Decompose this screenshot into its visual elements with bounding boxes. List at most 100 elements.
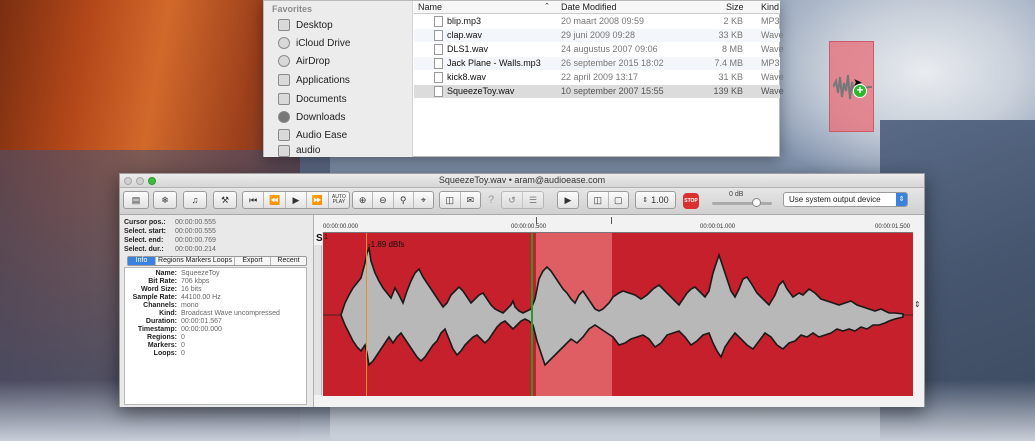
file-size: 31 KB xyxy=(718,72,743,82)
sidebar-item-label: audio xyxy=(296,145,321,156)
sidebar-item-audio-ease[interactable]: Audio Ease xyxy=(278,126,347,144)
column-date[interactable]: Date Modified xyxy=(561,2,617,12)
info-panel: Cursor pos.: 00:00:00.555 Select. start: 0… xyxy=(120,215,313,407)
sidebar-item-label: Desktop xyxy=(296,19,333,31)
loop-button[interactable]: ↺ xyxy=(502,192,523,208)
file-name: Jack Plane - Walls.mp3 xyxy=(447,58,541,68)
row-label: Select. end: xyxy=(124,237,164,244)
gain-label: 0 dB xyxy=(729,191,744,198)
file-name: DLS1.wav xyxy=(447,44,489,54)
gain-slider[interactable] xyxy=(712,202,772,205)
zoom-fit-button[interactable]: ⌖ xyxy=(414,192,433,208)
folder-icon xyxy=(278,129,290,141)
file-row[interactable]: Jack Plane - Walls.mp3 26 september 2015… xyxy=(414,57,780,70)
split-view-button[interactable]: ◫ xyxy=(588,192,609,208)
file-icon xyxy=(434,30,443,41)
row-value[interactable]: 00:00:00.769 xyxy=(175,237,216,244)
tab-regions-markers-loops[interactable]: Regions Markers Loops xyxy=(156,257,235,265)
info-row-channels: Channels: mono xyxy=(125,302,308,310)
sidebar-item-desktop[interactable]: Desktop xyxy=(278,16,333,34)
tab-export[interactable]: Export xyxy=(235,257,271,265)
waveform-svg xyxy=(323,244,913,367)
documents-icon xyxy=(278,93,290,105)
row-value[interactable]: 00:00:00.214 xyxy=(175,246,216,253)
row-value[interactable]: 00:00:00.555 xyxy=(175,228,216,235)
help-icon[interactable]: ? xyxy=(488,194,494,206)
info-label: Regions: xyxy=(147,334,177,341)
info-label: Loops: xyxy=(153,350,177,357)
info-label: Kind: xyxy=(159,310,177,317)
mail-button[interactable]: ✉ xyxy=(461,192,481,208)
column-size[interactable]: Size xyxy=(726,2,744,12)
tool-button[interactable]: ⚒ xyxy=(213,191,237,209)
list-button[interactable]: ☰ xyxy=(523,192,543,208)
applications-icon xyxy=(278,74,290,86)
toggle-panel-button[interactable]: ▤ xyxy=(123,191,149,209)
info-row-kind: Kind: Broadcast Wave uncompressed xyxy=(125,310,308,318)
output-device-select[interactable]: Use system output device ⇕ xyxy=(783,192,908,207)
tab-recent[interactable]: Recent xyxy=(271,257,306,265)
info-label: Bit Rate: xyxy=(148,278,177,285)
info-label: Sample Rate: xyxy=(132,294,177,301)
auto-play-button[interactable]: AUTO PLAY xyxy=(329,192,349,208)
time-ruler[interactable]: 00:00:00.000 00:00:00.500 00:00:01.000 0… xyxy=(323,224,913,233)
file-name: blip.mp3 xyxy=(447,16,482,26)
zoom-out-button[interactable]: ⊖ xyxy=(373,192,394,208)
file-row[interactable]: kick8.wav 22 april 2009 13:17 31 KB Wave xyxy=(414,71,784,84)
file-row[interactable]: clap.wav 29 juni 2009 09:28 33 KB Wave xyxy=(414,29,784,42)
file-row[interactable]: DLS1.wav 24 augustus 2007 09:06 8 MB Wav… xyxy=(414,43,784,56)
gain-slider-knob[interactable] xyxy=(752,198,761,207)
sidebar-item-downloads[interactable]: Downloads xyxy=(278,108,345,126)
info-value: 16 bits xyxy=(181,286,202,293)
sidebar-item-airdrop[interactable]: AirDrop xyxy=(278,52,330,70)
window-title: SqueezeToy.wav • aram@audioease.com xyxy=(438,175,606,185)
vertical-zoom-icon[interactable]: ⇕ xyxy=(914,300,921,309)
sidebar-item-applications[interactable]: Applications xyxy=(278,71,350,89)
stop-button[interactable]: STOP xyxy=(683,193,699,209)
info-value: 00:00:01.567 xyxy=(181,318,222,325)
toolbar: ▤ ❄ ♫ ⚒ ⏮ ⏪ ▶ ⏩ AUTO PLAY ⊕ ⊖ ⚲ ⌖ ◫ ✉ ? … xyxy=(120,188,924,215)
metronome-button[interactable]: ♫ xyxy=(183,191,207,209)
zoom-out-icon: ⊖ xyxy=(379,194,387,205)
row-label: Select. dur.: xyxy=(124,246,164,253)
sidebar-item-documents[interactable]: Documents xyxy=(278,90,347,108)
row-value[interactable]: 00:00:00.555 xyxy=(175,219,216,226)
row-label: Select. start: xyxy=(124,228,167,235)
info-label: Word Size: xyxy=(140,286,177,293)
file-row-selected[interactable]: SqueezeToy.wav 10 september 2007 15:55 1… xyxy=(414,85,784,98)
playback-cursor[interactable] xyxy=(366,233,367,396)
info-row-sample-rate: Sample Rate: 44100.00 Hz xyxy=(125,294,308,302)
file-row[interactable]: blip.mp3 20 maart 2008 09:59 2 KB MP3 xyxy=(414,15,780,28)
forward-button[interactable]: ⏩ xyxy=(307,192,329,208)
snowflake-button[interactable]: ❄ xyxy=(153,191,177,209)
info-row-timestamp: Timestamp: 00:00:00.000 xyxy=(125,326,308,334)
export-controls: ◫ ✉ xyxy=(439,191,481,209)
sidebar-item-audio[interactable]: audio xyxy=(278,144,320,157)
file-kind: MP3 xyxy=(761,16,780,26)
zoom-in-icon: ⊕ xyxy=(358,194,367,205)
selection-start-line[interactable] xyxy=(531,233,533,396)
sidebar-item-label: Downloads xyxy=(296,111,346,123)
save-button[interactable]: ◫ xyxy=(440,192,461,208)
column-name[interactable]: Name xyxy=(418,2,442,12)
zoom-selection-button[interactable]: ⚲ xyxy=(394,192,414,208)
selection-range-bar[interactable] xyxy=(536,217,612,224)
zoom-stepper[interactable]: ⇕ 1.00 xyxy=(635,191,676,209)
preview-button[interactable]: ▶ xyxy=(557,191,579,209)
info-label: Name: xyxy=(155,270,177,277)
column-kind[interactable]: Kind xyxy=(761,2,779,12)
zoom-in-button[interactable]: ⊕ xyxy=(353,192,374,208)
file-icon xyxy=(434,72,443,83)
file-size: 8 MB xyxy=(721,44,743,54)
sort-chevron-icon[interactable]: ⌃ xyxy=(544,2,550,10)
file-name: clap.wav xyxy=(447,30,483,40)
sidebar-item-icloud[interactable]: iCloud Drive xyxy=(278,34,350,52)
go-to-start-button[interactable]: ⏮ xyxy=(243,192,265,208)
tab-info[interactable]: Info xyxy=(128,257,156,265)
waveform-canvas[interactable]: 1 -1.89 dBfs xyxy=(323,233,913,396)
play-button[interactable]: ▶ xyxy=(286,192,308,208)
single-view-button[interactable]: ▢ xyxy=(609,192,629,208)
file-date: 20 maart 2008 09:59 xyxy=(561,16,645,26)
rewind-button[interactable]: ⏪ xyxy=(264,192,286,208)
mail-icon: ✉ xyxy=(466,194,475,205)
